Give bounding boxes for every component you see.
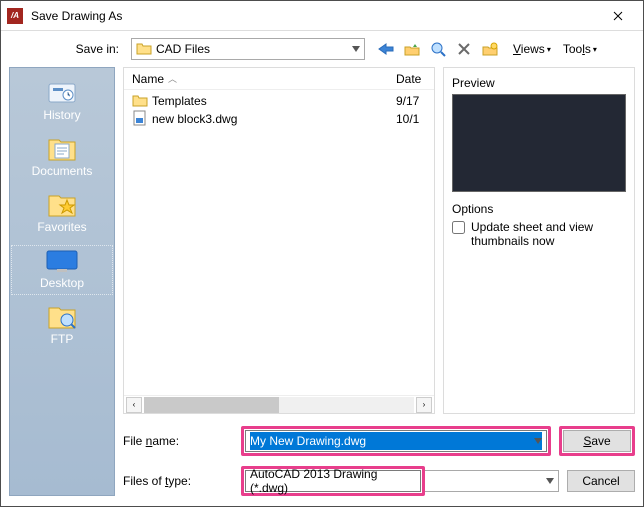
history-icon: [42, 78, 82, 108]
preview-label: Preview: [452, 76, 626, 90]
delete-icon: [457, 42, 471, 56]
filetype-dropdown[interactable]: AutoCAD 2013 Drawing (*.dwg): [245, 470, 421, 492]
options-label: Options: [452, 202, 626, 216]
dwg-file-icon: [132, 110, 148, 129]
cancel-button[interactable]: Cancel: [567, 470, 635, 492]
scroll-thumb[interactable]: [144, 397, 279, 413]
options-section: Options Update sheet and view thumbnails…: [452, 202, 626, 248]
save-in-value: CAD Files: [156, 42, 210, 56]
filename-label: File name:: [123, 434, 233, 448]
file-area: Name ︿ Date Templates 9/17: [123, 67, 635, 496]
update-thumbnails-label: Update sheet and view thumbnails now: [471, 220, 626, 248]
place-ftp[interactable]: FTP: [10, 300, 114, 352]
toolbar-icons: [375, 38, 501, 60]
file-list-header: Name ︿ Date: [124, 68, 434, 90]
scroll-right-button[interactable]: ›: [416, 397, 432, 413]
column-date-label: Date: [396, 72, 421, 86]
place-documents[interactable]: Documents: [10, 132, 114, 184]
place-ftp-label: FTP: [51, 332, 74, 346]
list-item[interactable]: Templates 9/17: [132, 92, 426, 110]
chevron-down-icon: [352, 46, 360, 52]
save-drawing-as-dialog: /A Save Drawing As Save in: CAD Files: [0, 0, 644, 507]
filename-dropdown[interactable]: [245, 430, 547, 452]
place-history-label: History: [43, 108, 80, 122]
up-button[interactable]: [401, 38, 423, 60]
filetype-value: AutoCAD 2013 Drawing (*.dwg): [250, 467, 416, 495]
list-item[interactable]: new block3.dwg 10/1: [132, 110, 426, 128]
search-web-icon: [430, 41, 446, 57]
column-date[interactable]: Date: [396, 72, 426, 86]
new-folder-icon: [482, 42, 498, 56]
place-history[interactable]: History: [10, 76, 114, 128]
file-date: 9/17: [396, 94, 426, 108]
bottom-rows: File name: Save: [123, 426, 635, 496]
chevron-down-icon: [534, 438, 542, 444]
views-menu[interactable]: Views▾: [509, 40, 555, 58]
menus: Views▾ Tools▾: [509, 40, 601, 58]
chevron-down-icon: [546, 478, 554, 484]
tools-menu[interactable]: Tools▾: [559, 40, 601, 58]
ftp-icon: [42, 302, 82, 332]
file-date: 10/1: [396, 112, 426, 126]
folder-icon: [132, 93, 148, 110]
favorites-icon: [42, 190, 82, 220]
folder-up-icon: [404, 42, 420, 56]
views-label: iews: [521, 42, 545, 56]
app-icon: /A: [7, 8, 23, 24]
filename-input[interactable]: [250, 432, 542, 450]
place-desktop-label: Desktop: [40, 276, 84, 290]
sort-indicator-icon: ︿: [168, 72, 177, 85]
right-panel: Preview Options Update sheet and view th…: [443, 67, 635, 414]
filetype-label: Files of type:: [123, 474, 233, 488]
window-title: Save Drawing As: [31, 9, 595, 23]
file-list[interactable]: Templates 9/17 new block3.dwg 10/1: [124, 90, 434, 395]
close-button[interactable]: [595, 2, 641, 30]
preview-box: [452, 94, 626, 192]
filetype-row: Files of type: AutoCAD 2013 Drawing (*.d…: [123, 466, 635, 496]
preview-section: Preview: [452, 76, 626, 192]
file-grid: Name ︿ Date Templates 9/17: [123, 67, 635, 414]
middle-area: History Documents Favorites Desktop FTP: [9, 67, 635, 496]
filename-row: File name: Save: [123, 426, 635, 456]
place-documents-label: Documents: [32, 164, 93, 178]
documents-icon: [42, 134, 82, 164]
search-web-button[interactable]: [427, 38, 449, 60]
save-in-row: Save in: CAD Files Views▾ Tools▾: [9, 35, 635, 63]
column-name-label: Name: [132, 72, 164, 86]
scroll-left-button[interactable]: ‹: [126, 397, 142, 413]
delete-button[interactable]: [453, 38, 475, 60]
titlebar: /A Save Drawing As: [1, 1, 643, 31]
close-icon: [613, 11, 623, 21]
file-name: new block3.dwg: [152, 112, 392, 126]
folder-icon: [136, 41, 152, 57]
save-in-dropdown[interactable]: CAD Files: [131, 38, 365, 60]
column-name[interactable]: Name ︿: [132, 72, 396, 86]
back-button[interactable]: [375, 38, 397, 60]
dialog-body: Save in: CAD Files Views▾ Tools▾: [1, 31, 643, 506]
desktop-icon: [42, 246, 82, 276]
update-thumbnails-checkbox[interactable]: [452, 221, 465, 234]
horizontal-scrollbar[interactable]: ‹ ›: [124, 395, 434, 413]
place-favorites[interactable]: Favorites: [10, 188, 114, 240]
save-button[interactable]: Save: [563, 430, 631, 452]
places-bar: History Documents Favorites Desktop FTP: [9, 67, 115, 496]
scroll-track[interactable]: [144, 397, 414, 413]
back-arrow-icon: [377, 42, 395, 56]
save-in-label: Save in:: [9, 42, 125, 56]
new-folder-button[interactable]: [479, 38, 501, 60]
place-desktop[interactable]: Desktop: [10, 244, 114, 296]
file-name: Templates: [152, 94, 392, 108]
place-favorites-label: Favorites: [37, 220, 86, 234]
file-list-panel: Name ︿ Date Templates 9/17: [123, 67, 435, 414]
